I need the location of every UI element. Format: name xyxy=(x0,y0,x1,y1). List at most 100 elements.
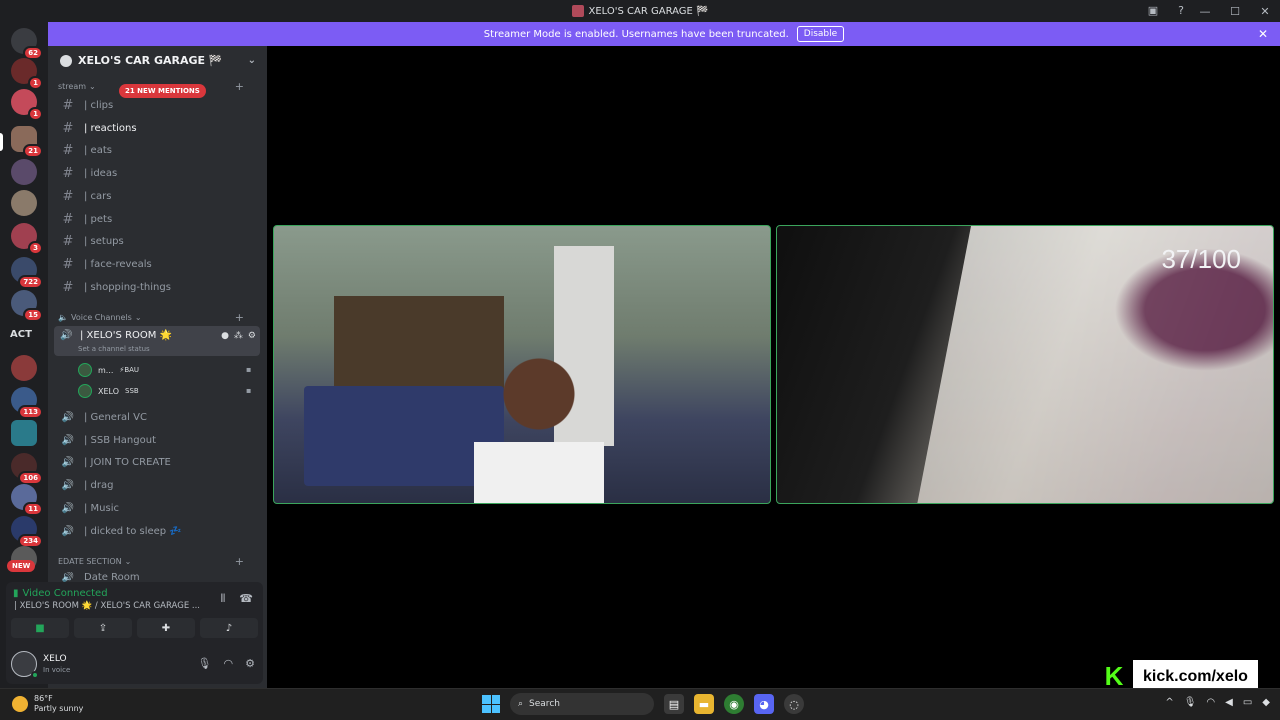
voice-user[interactable]: XELO SSB xyxy=(78,382,139,400)
channel-label: | face-reveals xyxy=(84,258,152,270)
text-channel[interactable]: # | eats xyxy=(54,140,260,161)
text-channel[interactable]: # | reactions xyxy=(54,118,260,139)
notification-icon[interactable]: ◆ xyxy=(1262,697,1270,708)
server-icon[interactable] xyxy=(11,355,37,381)
text-channel[interactable]: # | face-reveals xyxy=(54,254,260,275)
weather-text: Partly sunny xyxy=(34,704,84,713)
text-channel[interactable]: # | ideas xyxy=(54,163,260,184)
weather-widget[interactable]: 86°F Partly sunny xyxy=(12,694,83,714)
video-tile[interactable] xyxy=(273,225,771,504)
category-voice[interactable]: 🔈 Voice Channels ⌄ + xyxy=(58,311,258,324)
invite-icon[interactable]: ⁂ xyxy=(234,331,243,341)
category-edate[interactable]: EDATE SECTION ⌄ + xyxy=(58,555,258,568)
chat-icon[interactable]: ● xyxy=(221,331,229,341)
voice-channel[interactable]: 🔊 | JOIN TO CREATE xyxy=(54,452,260,473)
microphone-icon[interactable]: 🎙 xyxy=(198,657,212,670)
voice-status-text: Video Connected xyxy=(22,588,108,599)
guild-name: XELO'S CAR GARAGE 🏁 xyxy=(78,54,223,67)
taskbar-search[interactable]: ⌕ Search xyxy=(510,693,654,715)
close-button[interactable]: ✕ xyxy=(1250,5,1280,18)
voice-channel[interactable]: 🔊 Date Room xyxy=(54,572,260,582)
server-icon[interactable]: 106 xyxy=(11,453,43,485)
server-icon-active[interactable]: 21 xyxy=(11,126,43,158)
voice-channel[interactable]: 🔊 | General VC xyxy=(54,407,260,428)
settings-icon[interactable]: ⚙ xyxy=(245,657,255,670)
video-tile[interactable]: 37/100 xyxy=(776,225,1274,504)
activity-button[interactable]: ✚ xyxy=(137,618,195,638)
channel-label: | shopping-things xyxy=(84,281,171,293)
server-icon[interactable]: 15 xyxy=(11,290,43,322)
server-badge: 1 xyxy=(28,107,43,121)
voice-location[interactable]: | XELO'S ROOM 🌟 / XELO'S CAR GARAGE ... xyxy=(14,601,200,611)
guild-header[interactable]: XELO'S CAR GARAGE 🏁 ⌄ xyxy=(60,54,260,67)
file-explorer-icon[interactable]: ▬ xyxy=(694,694,714,714)
speaker-icon: 🔊 xyxy=(60,330,73,341)
task-view-icon[interactable]: ▤ xyxy=(664,694,684,714)
server-act[interactable]: ACT xyxy=(10,329,32,340)
voice-status[interactable]: ▮ Video Connected xyxy=(13,588,108,599)
server-icon[interactable]: 113 xyxy=(11,387,43,419)
channel-label: | JOIN TO CREATE xyxy=(84,457,171,469)
app-icon[interactable]: ◌ xyxy=(784,694,804,714)
add-channel-icon[interactable]: + xyxy=(235,555,244,568)
chevron-down-icon[interactable]: ⌄ xyxy=(248,55,256,66)
server-icon[interactable]: 11 xyxy=(11,484,43,516)
online-status-dot xyxy=(31,671,39,679)
new-mentions-pill[interactable]: 21 NEW MENTIONS xyxy=(119,84,206,98)
voice-channel-active[interactable]: 🔊 | XELO'S ROOM 🌟 Set a channel status ●… xyxy=(54,326,260,356)
voice-channel[interactable]: 🔊 | SSB Hangout xyxy=(54,430,260,451)
text-channel[interactable]: # | clips xyxy=(54,95,260,116)
text-channel[interactable]: # | setups xyxy=(54,231,260,252)
inbox-icon[interactable]: ▣ xyxy=(1146,3,1160,17)
help-icon[interactable]: ? xyxy=(1174,3,1188,17)
camera-button[interactable]: ■ xyxy=(11,618,69,638)
speaker-icon: 🔊 xyxy=(61,412,75,423)
user-status: In voice xyxy=(43,666,71,674)
headphones-icon[interactable]: ◠ xyxy=(224,657,234,670)
add-channel-icon[interactable]: + xyxy=(235,80,244,93)
server-icon[interactable]: 1 xyxy=(11,89,43,121)
soundboard-button[interactable]: ♪ xyxy=(200,618,258,638)
server-badge: 106 xyxy=(18,471,43,485)
server-icon[interactable] xyxy=(11,159,37,185)
volume-icon[interactable]: ◀ xyxy=(1225,697,1233,708)
new-badge: NEW xyxy=(7,560,36,572)
text-channel[interactable]: # | shopping-things xyxy=(54,277,260,298)
microphone-icon[interactable]: 🎙 xyxy=(1184,697,1197,708)
channel-status[interactable]: Set a channel status xyxy=(78,345,150,353)
hash-icon: # xyxy=(62,143,74,159)
discord-icon[interactable]: ◕ xyxy=(754,694,774,714)
active-server-pill xyxy=(0,133,3,151)
disable-button[interactable]: Disable xyxy=(796,26,845,42)
start-icon[interactable] xyxy=(482,695,500,713)
minimize-button[interactable]: — xyxy=(1190,5,1220,18)
server-icon[interactable] xyxy=(11,190,37,216)
add-channel-icon[interactable]: + xyxy=(235,311,244,324)
server-icon[interactable]: 3 xyxy=(11,223,43,255)
wifi-icon[interactable]: ◠ xyxy=(1206,697,1215,708)
close-icon[interactable]: ✕ xyxy=(1258,27,1268,41)
noise-suppression-icon[interactable]: ⦀ xyxy=(220,592,225,606)
voice-channel[interactable]: 🔊 | dicked to sleep 💤 xyxy=(54,521,260,542)
voice-channel[interactable]: 🔊 | drag xyxy=(54,475,260,496)
text-channel[interactable]: # | cars xyxy=(54,186,260,207)
settings-icon[interactable]: ⚙ xyxy=(248,331,256,341)
server-icon[interactable]: 1 xyxy=(11,58,43,90)
hash-icon: # xyxy=(62,256,74,272)
disconnect-icon[interactable]: ☎ xyxy=(239,592,253,606)
screen-share-button[interactable]: ⇪ xyxy=(74,618,132,638)
server-icon[interactable]: 234 xyxy=(11,516,43,548)
voice-user[interactable]: m... ⚡BAU xyxy=(78,361,139,379)
channel-label: | drag xyxy=(84,480,114,492)
chevron-down-icon: ⌄ xyxy=(89,82,96,91)
battery-icon[interactable]: ▭ xyxy=(1243,697,1252,708)
server-icon[interactable] xyxy=(11,420,37,446)
chevron-up-icon[interactable]: ^ xyxy=(1165,697,1173,708)
home-server[interactable]: 62 xyxy=(11,28,43,60)
server-icon[interactable]: 722 xyxy=(11,257,43,289)
chrome-icon[interactable]: ◉ xyxy=(724,694,744,714)
voice-channel[interactable]: 🔊 | Music xyxy=(54,498,260,519)
text-channel[interactable]: # | pets xyxy=(54,209,260,230)
username[interactable]: XELO xyxy=(43,654,67,664)
maximize-button[interactable]: ☐ xyxy=(1220,5,1250,18)
